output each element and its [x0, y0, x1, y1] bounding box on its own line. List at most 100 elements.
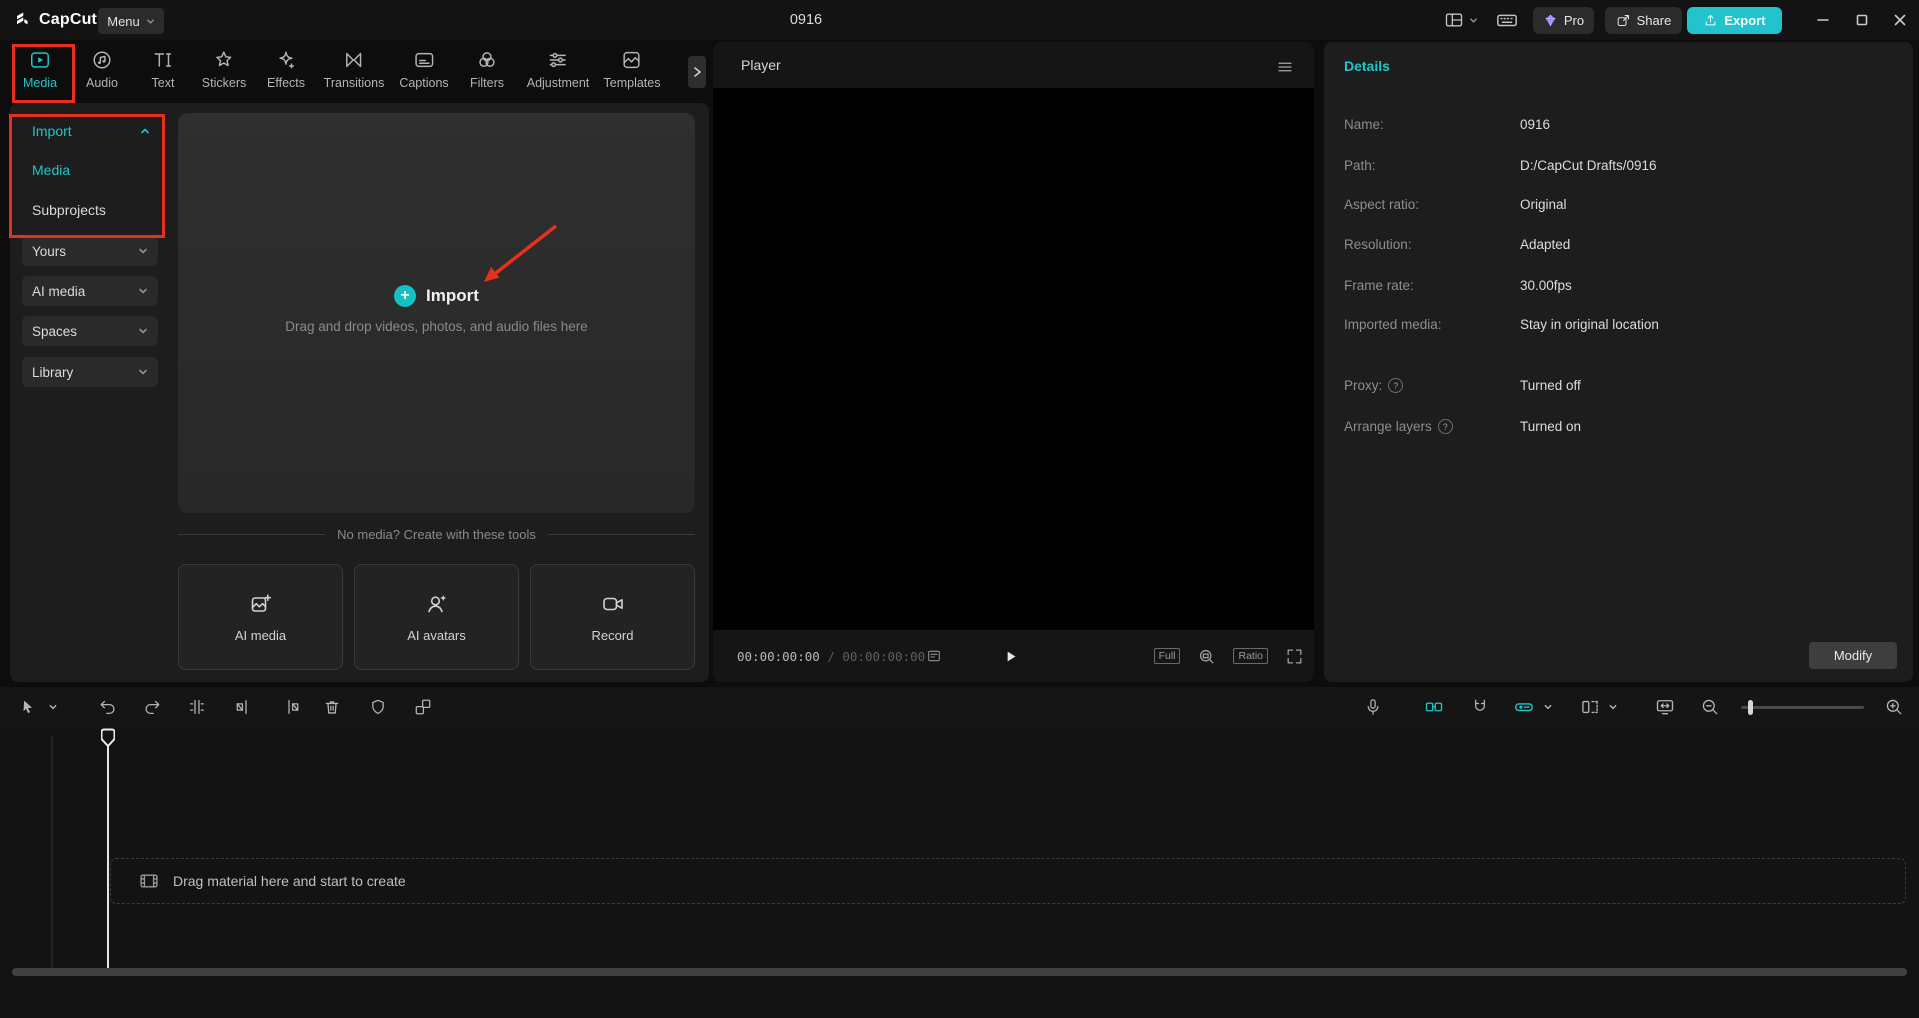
video-preview[interactable] [713, 88, 1314, 630]
share-button[interactable]: Share [1605, 7, 1682, 34]
record-card[interactable]: Record [530, 564, 695, 670]
play-button[interactable] [1002, 630, 1019, 682]
fullscreen-icon[interactable] [1285, 647, 1304, 666]
sidebar-item-subprojects[interactable]: Subprojects [22, 196, 160, 224]
sidebar-label: Subprojects [32, 202, 106, 218]
tab-audio[interactable]: Audio [86, 49, 118, 90]
panel-layout-icon [1444, 10, 1464, 30]
voiceover-button[interactable] [1364, 698, 1383, 717]
ratio-badge[interactable]: Ratio [1233, 648, 1268, 664]
more-tabs-button[interactable] [688, 56, 706, 88]
zoom-out-button[interactable] [1701, 698, 1720, 717]
menu-label: Menu [107, 14, 140, 29]
details-row-name: Name: 0916 [1324, 117, 1913, 135]
redo-button[interactable] [143, 698, 162, 717]
close-button[interactable] [1880, 0, 1919, 40]
minimize-button[interactable] [1803, 0, 1842, 40]
playhead-handle[interactable] [101, 728, 115, 748]
tool-card-label: Record [592, 628, 634, 643]
modify-button[interactable]: Modify [1809, 642, 1897, 669]
ai-avatars-card[interactable]: AI avatars [354, 564, 519, 670]
sidebar-group-yours[interactable]: Yours [22, 236, 158, 266]
hamburger-icon [1276, 58, 1294, 76]
info-icon[interactable]: ? [1438, 419, 1453, 434]
details-row-frame-rate: Frame rate: 30.00fps [1324, 278, 1913, 296]
play-icon [1002, 648, 1019, 665]
adapt-timeline-button[interactable] [1655, 697, 1675, 717]
timecode-total: 00:00:00:00 [842, 649, 925, 664]
pro-label: Pro [1564, 13, 1584, 28]
pro-badge[interactable]: Pro [1533, 7, 1594, 34]
playback-options-button[interactable] [926, 630, 942, 682]
full-quality-badge[interactable]: Full [1154, 648, 1181, 664]
snapping-toggle[interactable] [1471, 698, 1490, 717]
timeline-drop-target[interactable]: Drag material here and start to create [110, 858, 1906, 904]
delete-button[interactable] [323, 698, 342, 717]
chevron-down-icon [1609, 703, 1618, 712]
media-icon [29, 49, 51, 71]
tab-text[interactable]: Text [152, 49, 175, 90]
close-icon [1894, 14, 1906, 26]
linking-caret[interactable] [1544, 703, 1553, 712]
split-icon [188, 698, 207, 717]
tool-card-label: AI media [235, 628, 286, 643]
menu-button[interactable]: Menu [98, 8, 164, 34]
playhead-line[interactable] [107, 746, 109, 968]
tab-transitions[interactable]: Transitions [324, 49, 385, 90]
delete-right-button[interactable] [282, 698, 301, 717]
linking-toggle[interactable] [1514, 697, 1535, 718]
auto-ripple-toggle[interactable] [1424, 697, 1444, 717]
tab-stickers[interactable]: Stickers [202, 49, 246, 90]
text-icon [152, 49, 174, 71]
delete-left-button[interactable] [235, 698, 254, 717]
sidebar-group-ai-media[interactable]: AI media [22, 276, 158, 306]
timeline-zoom-slider[interactable] [1741, 706, 1864, 709]
details-title: Details [1344, 58, 1390, 74]
chevron-down-icon [138, 246, 148, 256]
tab-templates[interactable]: Templates [604, 49, 661, 90]
maximize-button[interactable] [1842, 0, 1881, 40]
tab-adjustment[interactable]: Adjustment [527, 49, 590, 90]
ai-media-card[interactable]: AI media [178, 564, 343, 670]
sidebar-group-library[interactable]: Library [22, 357, 158, 387]
import-cta[interactable]: + Import [178, 285, 695, 307]
info-icon[interactable]: ? [1388, 378, 1403, 393]
redo-icon [143, 698, 162, 717]
pro-gem-icon [1543, 13, 1558, 28]
sidebar-group-spaces[interactable]: Spaces [22, 316, 158, 346]
preview-axis-caret[interactable] [1609, 703, 1618, 712]
sidebar-group-import[interactable]: Import [22, 117, 160, 145]
tab-media[interactable]: Media [23, 49, 57, 90]
preview-axis-toggle[interactable] [1580, 697, 1600, 717]
zoom-in-button[interactable] [1885, 698, 1904, 717]
export-icon [1703, 13, 1718, 28]
tab-filters[interactable]: Filters [470, 49, 504, 90]
chevron-down-icon [138, 326, 148, 336]
player-menu-button[interactable] [1276, 58, 1294, 76]
select-tool-button[interactable] [20, 699, 37, 716]
arrange-layers-label: Arrange layers [1344, 419, 1432, 434]
mask-button[interactable] [369, 698, 388, 717]
import-drop-zone[interactable] [178, 113, 695, 513]
sidebar-item-media[interactable]: Media [22, 156, 160, 184]
timeline-scrollbar[interactable] [12, 968, 1907, 976]
cursor-icon [20, 699, 37, 716]
shortcuts-button[interactable] [1496, 0, 1518, 40]
app-name: CapCut [39, 11, 97, 29]
export-button[interactable]: Export [1687, 7, 1782, 34]
tab-label: Stickers [202, 76, 246, 90]
tab-captions[interactable]: Captions [399, 49, 448, 90]
tab-effects[interactable]: Effects [267, 49, 305, 90]
zoom-fit-icon[interactable] [1197, 647, 1216, 666]
overlay-button[interactable] [414, 698, 433, 717]
layout-toggle-button[interactable] [1444, 0, 1478, 40]
split-button[interactable] [188, 698, 207, 717]
undo-button[interactable] [99, 698, 118, 717]
timeline-zoom-slider-knob[interactable] [1748, 700, 1753, 715]
timeline-area[interactable]: Drag material here and start to create [0, 727, 1919, 1018]
details-row-arrange-layers: Arrange layers ? Turned on [1324, 419, 1913, 437]
details-value: Stay in original location [1520, 317, 1659, 332]
tab-label: Effects [267, 76, 305, 90]
select-tool-caret[interactable] [49, 703, 58, 712]
timeline-toolbar [0, 687, 1919, 727]
